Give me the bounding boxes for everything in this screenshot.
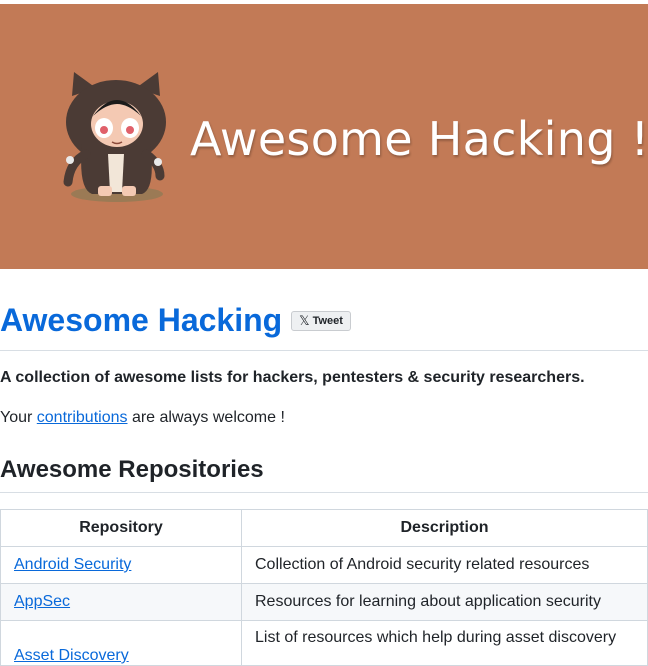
contributions-link[interactable]: contributions [37,409,128,426]
tweet-button[interactable]: 𝕏 Tweet [291,311,351,331]
repo-link-appsec[interactable]: AppSec [14,593,70,610]
repositories-table: Repository Description Android Security … [0,509,648,666]
repo-cell: Android Security [0,546,242,584]
column-header-repository: Repository [0,509,242,547]
table-row: AppSec Resources for learning about appl… [0,583,648,621]
repo-cell: Asset Discovery [0,620,242,666]
column-header-description: Description [241,509,648,547]
welcome-suffix: are always welcome ! [127,409,285,426]
tweet-button-label: Tweet [312,315,343,327]
table-header-row: Repository Description [0,509,648,547]
x-logo-icon: 𝕏 [299,313,310,328]
welcome-prefix: Your [0,409,37,426]
description-cell: Resources for learning about application… [241,583,648,621]
description-cell: Collection of Android security related r… [241,546,648,584]
octocat-mascot-icon [63,72,166,202]
tagline: A collection of awesome lists for hacker… [0,369,585,386]
section-title[interactable]: Awesome Repositories [0,456,264,484]
repo-link-android-security[interactable]: Android Security [14,556,131,573]
page-title[interactable]: Awesome Hacking [0,302,282,339]
header-banner: Awesome Hacking ! [0,4,648,269]
title-divider [0,350,648,351]
table-row: Asset Discovery List of resources which … [0,620,648,666]
description-cell: List of resources which help during asse… [241,620,648,666]
welcome-text: Your contributions are always welcome ! [0,409,285,427]
section-divider [0,492,648,493]
repo-cell: AppSec [0,583,242,621]
banner-title: Awesome Hacking ! [190,112,648,166]
table-row: Android Security Collection of Android s… [0,546,648,584]
